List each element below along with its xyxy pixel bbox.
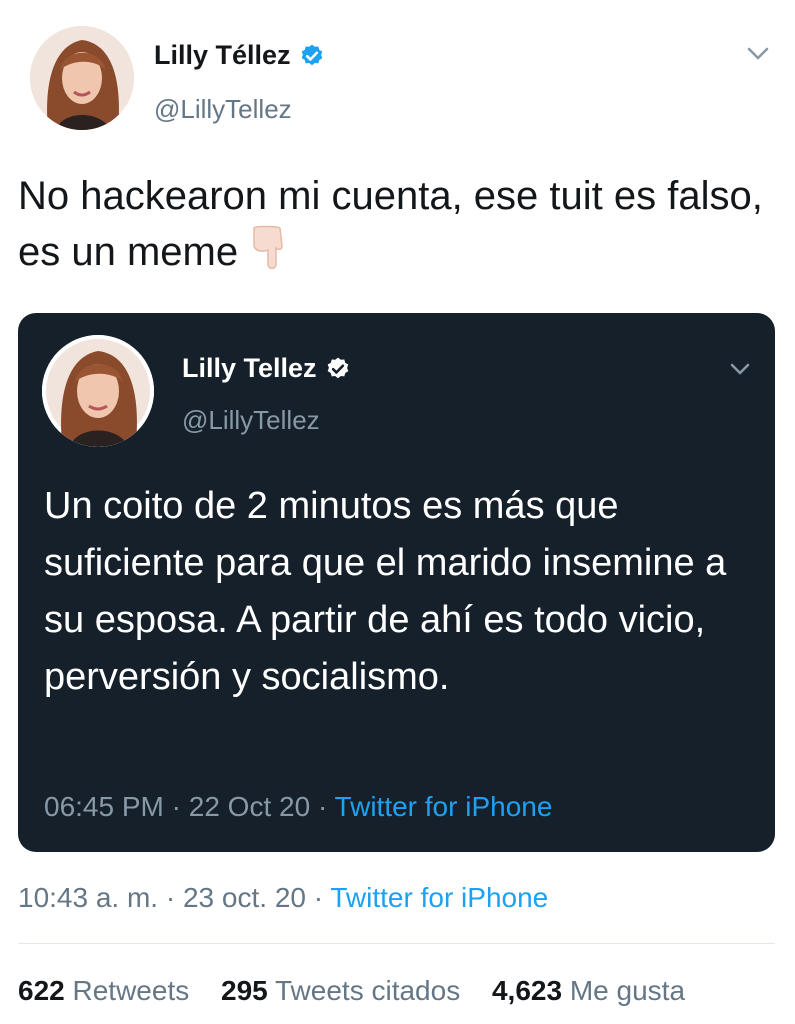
tweet-source-link[interactable]: Twitter for iPhone [330, 882, 548, 913]
quotes-label: Tweets citados [275, 975, 461, 1006]
likes-label: Me gusta [569, 975, 686, 1006]
meta-separator: · [165, 882, 176, 913]
quotes-count: 295 [221, 975, 268, 1006]
retweets-stat[interactable]: 622 Retweets [18, 975, 197, 1006]
likes-stat[interactable]: 4,623 Me gusta [492, 975, 685, 1006]
quoted-tweet-meta: 06:45 PM · 22 Oct 20 · Twitter for iPhon… [44, 791, 552, 823]
quoted-source-link[interactable]: Twitter for iPhone [335, 791, 553, 822]
quoted-time: 06:45 PM [44, 791, 164, 822]
tweet-date[interactable]: 23 oct. 20 [183, 882, 306, 913]
quoted-author-handle[interactable]: @LillyTellez [182, 405, 320, 436]
author-handle[interactable]: @LillyTellez [154, 94, 292, 125]
divider [18, 943, 775, 944]
tweet-header: Lilly Téllez @LillyTellez [0, 0, 795, 150]
quoted-date[interactable]: 22 Oct 20 [189, 791, 310, 822]
avatar[interactable] [30, 26, 134, 130]
engagement-stats: 622 Retweets 295 Tweets citados 4,623 Me… [18, 975, 709, 1007]
quoted-tweet-text: Un coito de 2 minutos es más que suficie… [44, 485, 727, 698]
quoted-author-name[interactable]: Lilly Tellez [182, 353, 317, 384]
chevron-down-icon[interactable] [729, 361, 751, 379]
tweet-text-content: No hackearon mi cuenta, ese tuit es fals… [18, 174, 763, 275]
meta-separator: · [171, 791, 181, 822]
quoted-avatar[interactable] [42, 335, 154, 447]
meta-separator: · [313, 882, 324, 913]
chevron-down-icon[interactable] [745, 44, 771, 64]
meta-separator: · [317, 791, 328, 822]
quoted-tweet-card[interactable]: Lilly Tellez @LillyTellez Un coito de 2 … [18, 313, 775, 852]
pointing-down-hand-icon [248, 224, 288, 285]
verified-badge-icon [301, 44, 322, 65]
retweets-count: 622 [18, 975, 65, 1006]
tweet-meta: 10:43 a. m. · 23 oct. 20 · Twitter for i… [18, 882, 548, 914]
likes-count: 4,623 [491, 975, 563, 1006]
author-name-row: Lilly Téllez [154, 40, 325, 71]
tweet-text: No hackearon mi cuenta, ese tuit es fals… [18, 168, 778, 285]
quote-tweets-stat[interactable]: 295 Tweets citados [221, 975, 468, 1006]
verified-badge-icon [327, 357, 348, 378]
quoted-author-name-row: Lilly Tellez [182, 353, 351, 384]
author-name[interactable]: Lilly Téllez [154, 40, 291, 71]
tweet-time: 10:43 a. m. [18, 882, 159, 913]
retweets-label: Retweets [72, 975, 190, 1006]
